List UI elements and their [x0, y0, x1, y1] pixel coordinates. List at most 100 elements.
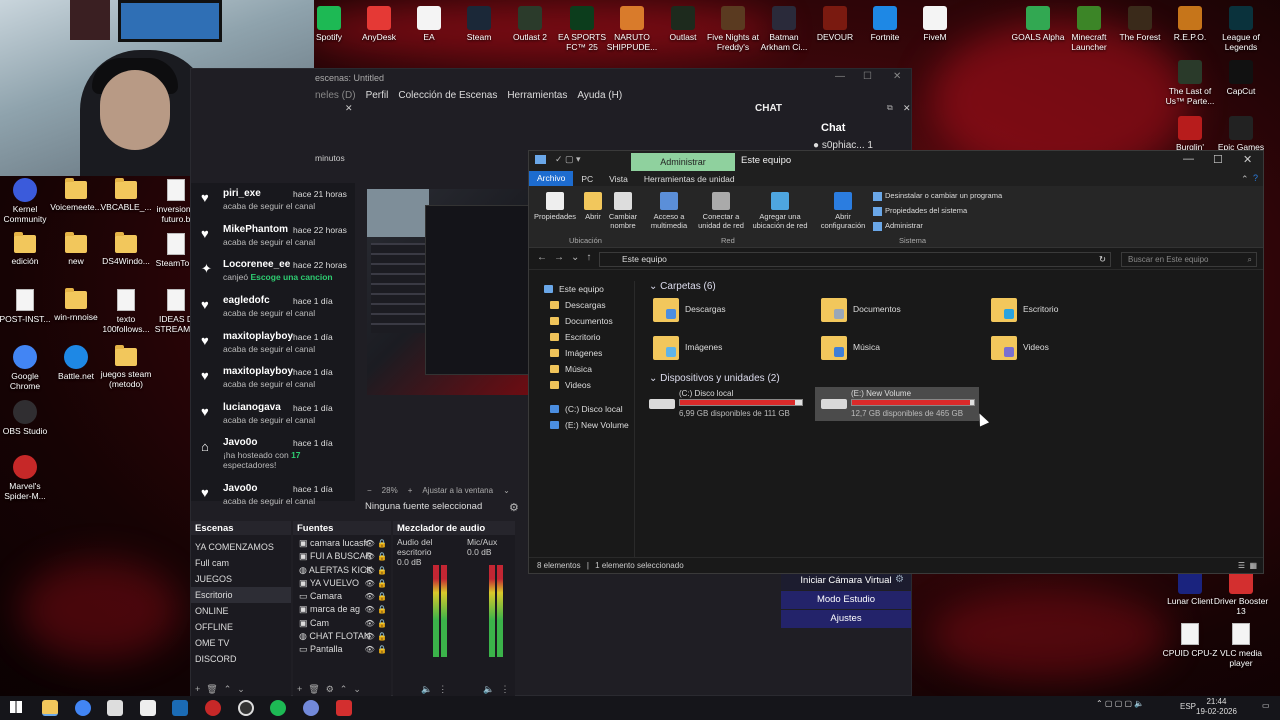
- scene-item[interactable]: JUEGOS: [191, 571, 291, 587]
- maximize-icon[interactable]: ☐: [1213, 153, 1223, 166]
- close-icon[interactable]: ✕: [1243, 153, 1252, 166]
- source-item[interactable]: ▭ Camara 👁 🔒: [293, 590, 391, 603]
- nav-item[interactable]: Música: [529, 361, 634, 377]
- drive-item[interactable]: (C:) Disco local 6,99 GB disponibles de 1…: [643, 387, 807, 421]
- nav-item[interactable]: Este equipo: [529, 281, 634, 297]
- close-icon[interactable]: ✕: [893, 71, 901, 82]
- add-icon[interactable]: +: [195, 684, 200, 695]
- gear-icon[interactable]: ⚙: [509, 501, 519, 514]
- source-item[interactable]: ▭ Pantalla 👁 🔒: [293, 643, 391, 656]
- tray-icons[interactable]: ⌃ ▢ ▢ ▢ 🔈: [1096, 699, 1144, 708]
- visibility-lock-icons[interactable]: 👁 🔒: [365, 603, 387, 616]
- nav-item[interactable]: Imágenes: [529, 345, 634, 361]
- zoom-level[interactable]: 28%: [382, 486, 398, 495]
- tab-archivo[interactable]: Archivo: [529, 171, 574, 186]
- rename-button[interactable]: Cambiar nombre: [597, 192, 649, 230]
- manage-link[interactable]: Administrar: [873, 221, 923, 231]
- desktop-icon[interactable]: OBS Studio: [0, 400, 54, 436]
- drive-item[interactable]: (E:) New Volume 12,7 GB disponibles de 46…: [815, 387, 979, 421]
- quick-access-toolbar[interactable]: ✓ ▢ ▾: [555, 154, 581, 165]
- desktop-icon[interactable]: GOALS Alpha: [1009, 6, 1067, 42]
- fit-window-option[interactable]: Ajustar a la ventana: [422, 486, 493, 495]
- source-item[interactable]: ◍ CHAT FLOTAN 👁 🔒: [293, 630, 391, 643]
- source-item[interactable]: ◍ ALERTAS KICK 👁 🔒: [293, 564, 391, 577]
- file-explorer-taskbar-icon[interactable]: [42, 700, 58, 716]
- search-input[interactable]: Buscar en Este equipo ⌕: [1121, 252, 1257, 267]
- store-taskbar-icon[interactable]: [107, 700, 123, 716]
- desktop-icon[interactable]: VLC media player: [1212, 622, 1270, 668]
- visibility-lock-icons[interactable]: 👁 🔒: [365, 630, 387, 643]
- desktop-icon[interactable]: Batman Arkham Ci...: [755, 6, 813, 52]
- visibility-lock-icons[interactable]: 👁 🔒: [365, 537, 387, 550]
- visibility-lock-icons[interactable]: 👁 🔒: [365, 590, 387, 603]
- menu-item[interactable]: Ayuda (H): [577, 90, 622, 101]
- drives-section-title[interactable]: ⌄ Dispositivos y unidades (2): [649, 373, 780, 384]
- refresh-icon[interactable]: ↻: [1099, 253, 1106, 266]
- language-indicator[interactable]: ESP: [1180, 702, 1196, 711]
- menu-icon[interactable]: ⋮: [500, 684, 509, 695]
- details-view-icon[interactable]: ☰: [1238, 558, 1245, 574]
- windows-start-icon[interactable]: [10, 701, 22, 713]
- desktop-icon[interactable]: CapCut: [1212, 60, 1270, 96]
- chevron-up-icon[interactable]: ⌃: [1241, 174, 1249, 185]
- nav-item[interactable]: (E:) New Volume: [529, 417, 634, 433]
- source-item[interactable]: ▣ FUI A BUSCAR 👁 🔒: [293, 550, 391, 563]
- source-item[interactable]: ▣ camara lucasfr 👁 🔒: [293, 537, 391, 550]
- dock-close-icon[interactable]: ✕: [345, 103, 353, 114]
- scene-item[interactable]: DISCORD: [191, 651, 291, 667]
- tiles-view-icon[interactable]: ▦: [1249, 558, 1257, 574]
- obs-preview[interactable]: [367, 189, 529, 395]
- dock-close-icon[interactable]: ✕: [903, 103, 911, 114]
- scene-item[interactable]: YA COMENZAMOS: [191, 539, 291, 555]
- menu-item[interactable]: Perfil: [366, 90, 389, 101]
- desktop-icon[interactable]: FiveM: [906, 6, 964, 42]
- desktop-icon[interactable]: Driver Booster 13: [1212, 570, 1270, 616]
- desktop-icon[interactable]: Burglin': [1161, 116, 1219, 152]
- visibility-lock-icons[interactable]: 👁 🔒: [365, 617, 387, 630]
- start-virtual-camera-button[interactable]: Iniciar Cámara Virtual: [781, 572, 911, 590]
- desktop-icon[interactable]: Steam: [450, 6, 508, 42]
- visibility-lock-icons[interactable]: 👁 🔒: [365, 564, 387, 577]
- obs-taskbar-icon[interactable]: [238, 700, 254, 716]
- desktop-icon[interactable]: juegos steam (metodo): [97, 345, 155, 389]
- minimize-icon[interactable]: —: [835, 71, 845, 82]
- desktop-icon[interactable]: POST-INST...: [0, 288, 54, 324]
- source-item[interactable]: ▣ Cam 👁 🔒: [293, 617, 391, 630]
- scene-item[interactable]: OFFLINE: [191, 619, 291, 635]
- menu-item[interactable]: Colección de Escenas: [398, 90, 497, 101]
- manage-tab[interactable]: Administrar: [631, 153, 735, 171]
- nav-item[interactable]: Descargas: [529, 297, 634, 313]
- system-properties-link[interactable]: Propiedades del sistema: [873, 206, 967, 216]
- capcut-taskbar-icon[interactable]: [140, 700, 156, 716]
- steam-taskbar-icon[interactable]: [172, 700, 188, 716]
- media-access-button[interactable]: Acceso a multimedia: [643, 192, 695, 230]
- scene-item[interactable]: ONLINE: [191, 603, 291, 619]
- gear-icon[interactable]: ⚙: [326, 684, 334, 695]
- chrome-taskbar-icon[interactable]: [75, 700, 91, 716]
- nav-arrows[interactable]: ←→⌄↑: [537, 252, 598, 263]
- chevron-up-icon[interactable]: ⌃: [340, 684, 348, 695]
- settings-button[interactable]: Ajustes: [781, 610, 911, 628]
- desktop-icon[interactable]: Kernel Community: [0, 178, 54, 224]
- app-taskbar-icon[interactable]: [205, 700, 221, 716]
- clock[interactable]: 21:44 19-02-2026: [1196, 697, 1237, 717]
- menu-icon[interactable]: ⋮: [438, 684, 447, 695]
- speaker-icon[interactable]: 🔈: [421, 684, 432, 695]
- desktop-icon[interactable]: Five Nights at Freddy's: [704, 6, 762, 52]
- nav-item[interactable]: Documentos: [529, 313, 634, 329]
- map-drive-button[interactable]: Conectar a unidad de red: [695, 192, 747, 230]
- menu-item[interactable]: Herramientas: [507, 90, 567, 101]
- zoom-plus-icon[interactable]: +: [408, 486, 413, 495]
- trash-icon[interactable]: 🗑: [308, 684, 319, 695]
- source-item[interactable]: ▣ marca de ag 👁 🔒: [293, 603, 391, 616]
- desktop-icon[interactable]: CPUID CPU-Z: [1161, 622, 1219, 658]
- gear-icon[interactable]: ⚙: [895, 574, 904, 585]
- tab-drive-tools[interactable]: Herramientas de unidad: [636, 174, 743, 184]
- minimize-icon[interactable]: —: [1183, 153, 1194, 165]
- scene-item[interactable]: Escritorio: [191, 587, 291, 603]
- visibility-lock-icons[interactable]: 👁 🔒: [365, 550, 387, 563]
- tab-pc[interactable]: PC: [573, 174, 601, 184]
- desktop-icon[interactable]: The Last of Us™ Parte...: [1161, 60, 1219, 106]
- add-icon[interactable]: +: [297, 684, 302, 695]
- add-network-location-button[interactable]: Agregar una ubicación de red: [749, 192, 811, 230]
